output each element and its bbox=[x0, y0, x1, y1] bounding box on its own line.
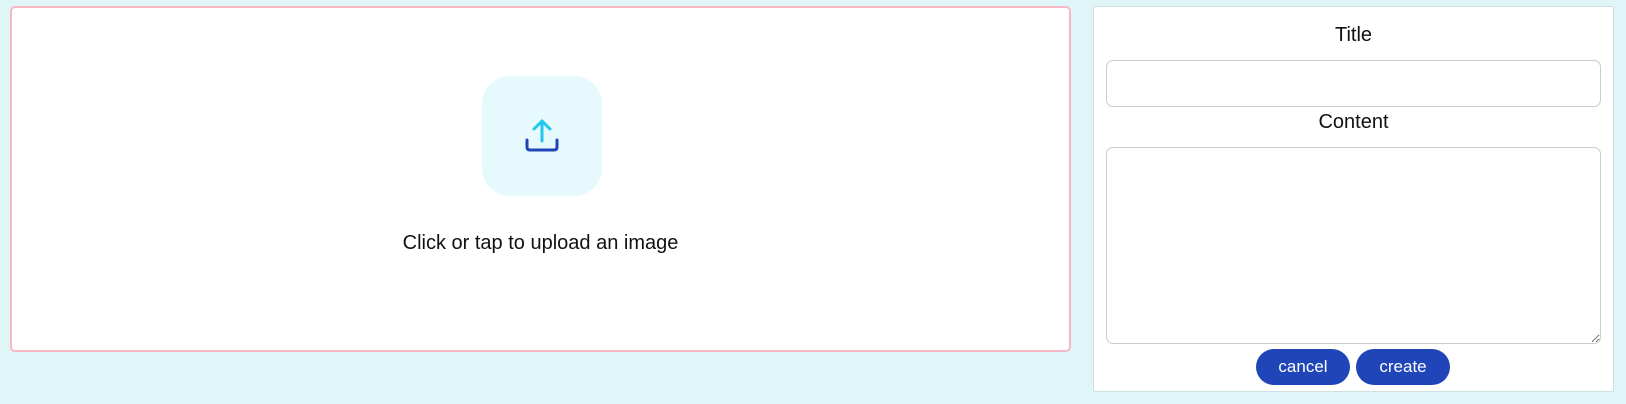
upload-icon bbox=[525, 119, 559, 152]
upload-prompt-text: Click or tap to upload an image bbox=[402, 232, 679, 254]
create-button[interactable]: create bbox=[1356, 349, 1450, 385]
image-upload-dropzone[interactable]: Click or tap to upload an image bbox=[10, 6, 1071, 352]
cancel-button[interactable]: cancel bbox=[1256, 349, 1350, 385]
post-form-panel: Title Content cancel create bbox=[1093, 6, 1614, 392]
title-input[interactable] bbox=[1106, 60, 1601, 107]
upload-icon-tile[interactable] bbox=[482, 76, 602, 196]
content-textarea[interactable] bbox=[1106, 147, 1601, 344]
title-label: Title bbox=[1334, 24, 1373, 46]
content-label: Content bbox=[1318, 111, 1389, 133]
